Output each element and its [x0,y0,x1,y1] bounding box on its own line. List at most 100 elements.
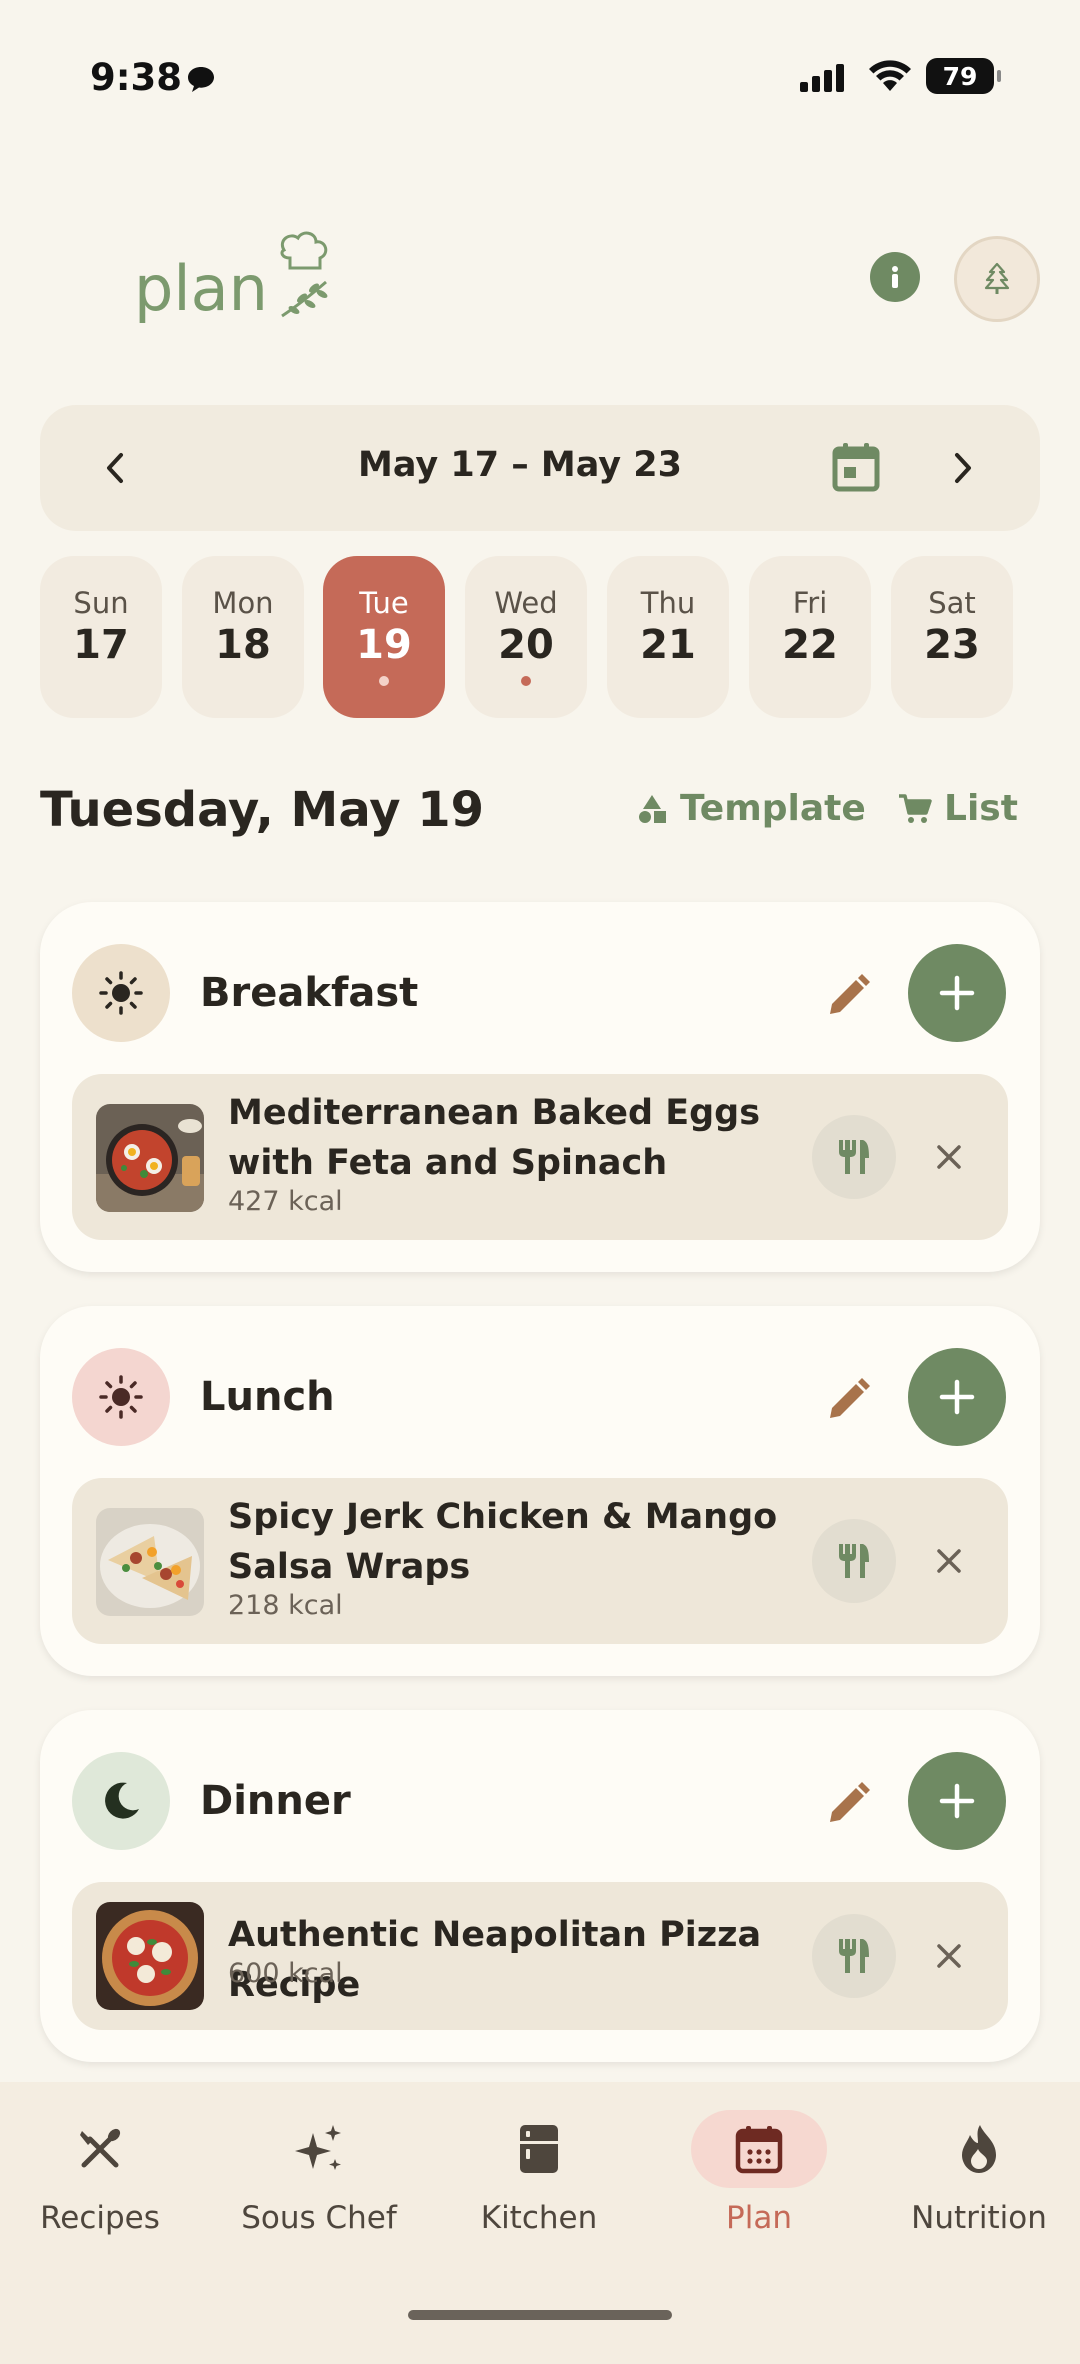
day-name: Wed [494,586,558,620]
day-number: 17 [73,622,129,668]
plan-logo: plan [134,231,328,325]
nav-label: Recipes [40,2200,160,2236]
day-fri[interactable]: Fri 22 [749,556,871,718]
week-range-label: May 17 – May 23 [357,445,683,485]
meal-icon-badge [72,944,170,1042]
calendar-icon [832,443,880,492]
day-thu[interactable]: Thu 21 [607,556,729,718]
info-icon [892,266,898,288]
status-time: 9:38 [90,56,183,99]
calendar-picker-button[interactable] [826,437,886,497]
add-recipe-button[interactable] [908,944,1006,1042]
close-icon [937,1944,961,1968]
meal-card-dinner: Dinner Authentic Neapolitan Pizza Recipe… [40,1710,1040,2062]
add-recipe-button[interactable] [908,1348,1006,1446]
tree-icon [984,262,1010,294]
pencil-icon [830,974,870,1014]
recipe-item[interactable]: Authentic Neapolitan Pizza Recipe 600 kc… [72,1882,1008,2030]
home-indicator[interactable] [408,2310,672,2320]
profile-avatar-button[interactable] [954,236,1040,322]
chevron-right-icon [955,453,971,483]
nav-plan[interactable]: Plan [659,2110,859,2236]
previous-week-button[interactable] [90,443,140,493]
day-wed[interactable]: Wed 20 [465,556,587,718]
shopping-list-button[interactable]: List [898,788,1018,829]
remove-recipe-button[interactable] [924,1536,974,1586]
day-tue[interactable]: Tue 19 [323,556,445,718]
chevron-left-icon [107,453,123,483]
cart-icon [899,793,932,823]
day-number: 23 [924,622,980,668]
meal-title: Dinner [200,1778,351,1824]
nav-sous-chef[interactable]: Sous Chef [219,2110,419,2236]
moon-icon [105,1782,139,1819]
chef-hat-icon [280,231,328,270]
cook-button[interactable] [812,1914,896,1998]
nav-label: Kitchen [480,2200,598,2236]
day-name: Mon [212,586,274,620]
pencil-icon [830,1378,870,1418]
edit-meal-button[interactable] [820,1372,876,1428]
edit-meal-button[interactable] [820,1776,876,1832]
template-button[interactable]: Template [636,788,866,829]
info-button[interactable] [870,252,920,302]
day-name: Sat [928,586,976,620]
recipe-name: Spicy Jerk Chicken & Mango Salsa Wraps [228,1497,778,1587]
remove-recipe-button[interactable] [924,1931,974,1981]
day-number: 18 [215,622,271,668]
plus-icon [939,1783,975,1819]
day-name: Tue [359,586,409,620]
fork-knife-icon [839,1939,869,1973]
sparkles-icon [295,2125,341,2170]
day-sun[interactable]: Sun 17 [40,556,162,718]
nav-label: Sous Chef [241,2200,397,2236]
nav-nutrition[interactable]: Nutrition [879,2110,1079,2236]
meal-title: Lunch [200,1374,335,1420]
nav-label: Plan [726,2200,792,2236]
recipe-item[interactable]: Spicy Jerk Chicken & Mango Salsa Wraps 2… [72,1478,1008,1644]
cook-button[interactable] [812,1519,896,1603]
day-number: 19 [356,622,412,668]
cook-button[interactable] [812,1115,896,1199]
day-number: 22 [782,622,838,668]
nav-icon-container [251,2110,387,2188]
nav-kitchen[interactable]: Kitchen [439,2110,639,2236]
calendar-icon [735,2126,783,2174]
template-label: Template [680,788,866,829]
day-sat[interactable]: Sat 23 [891,556,1013,718]
utensils-cross-icon [80,2128,121,2168]
remove-recipe-button[interactable] [924,1132,974,1182]
day-number: 21 [640,622,696,668]
plus-icon [939,975,975,1011]
pencil-icon [830,1782,870,1822]
day-name: Thu [640,586,696,620]
add-recipe-button[interactable] [908,1752,1006,1850]
day-mon[interactable]: Mon 18 [182,556,304,718]
battery-level: 79 [942,61,978,91]
selected-date-title: Tuesday, May 19 [40,782,485,838]
week-navigator: May 17 – May 23 [40,405,1040,531]
nav-icon-container [691,2110,827,2188]
next-week-button[interactable] [938,443,988,493]
recipe-thumbnail [96,1104,204,1212]
battery-indicator: 79 [926,58,1001,94]
recipe-thumbnail [96,1902,204,2010]
day-number: 20 [498,622,554,668]
meal-card-breakfast: Breakfast Mediterranean Baked Eggs with … [40,902,1040,1272]
chat-bubble-icon [188,67,214,92]
meal-icon-badge [72,1752,170,1850]
edit-meal-button[interactable] [820,968,876,1024]
recipe-name: Mediterranean Baked Eggs with Feta and S… [228,1093,761,1183]
nav-icon-container [911,2110,1047,2188]
meal-icon-badge [72,1348,170,1446]
planned-dot [521,676,531,686]
recipe-calories: 600 kcal [228,1958,343,1989]
recipe-calories: 427 kcal [228,1186,343,1217]
close-icon [937,1145,961,1169]
status-bar: 9:38 79 [0,0,1080,150]
meal-card-lunch: Lunch Spicy Jerk Chicken & Mango Salsa W… [40,1306,1040,1676]
plus-icon [939,1379,975,1415]
nav-recipes[interactable]: Recipes [0,2110,200,2236]
recipe-item[interactable]: Mediterranean Baked Eggs with Feta and S… [72,1074,1008,1240]
close-icon [937,1549,961,1573]
